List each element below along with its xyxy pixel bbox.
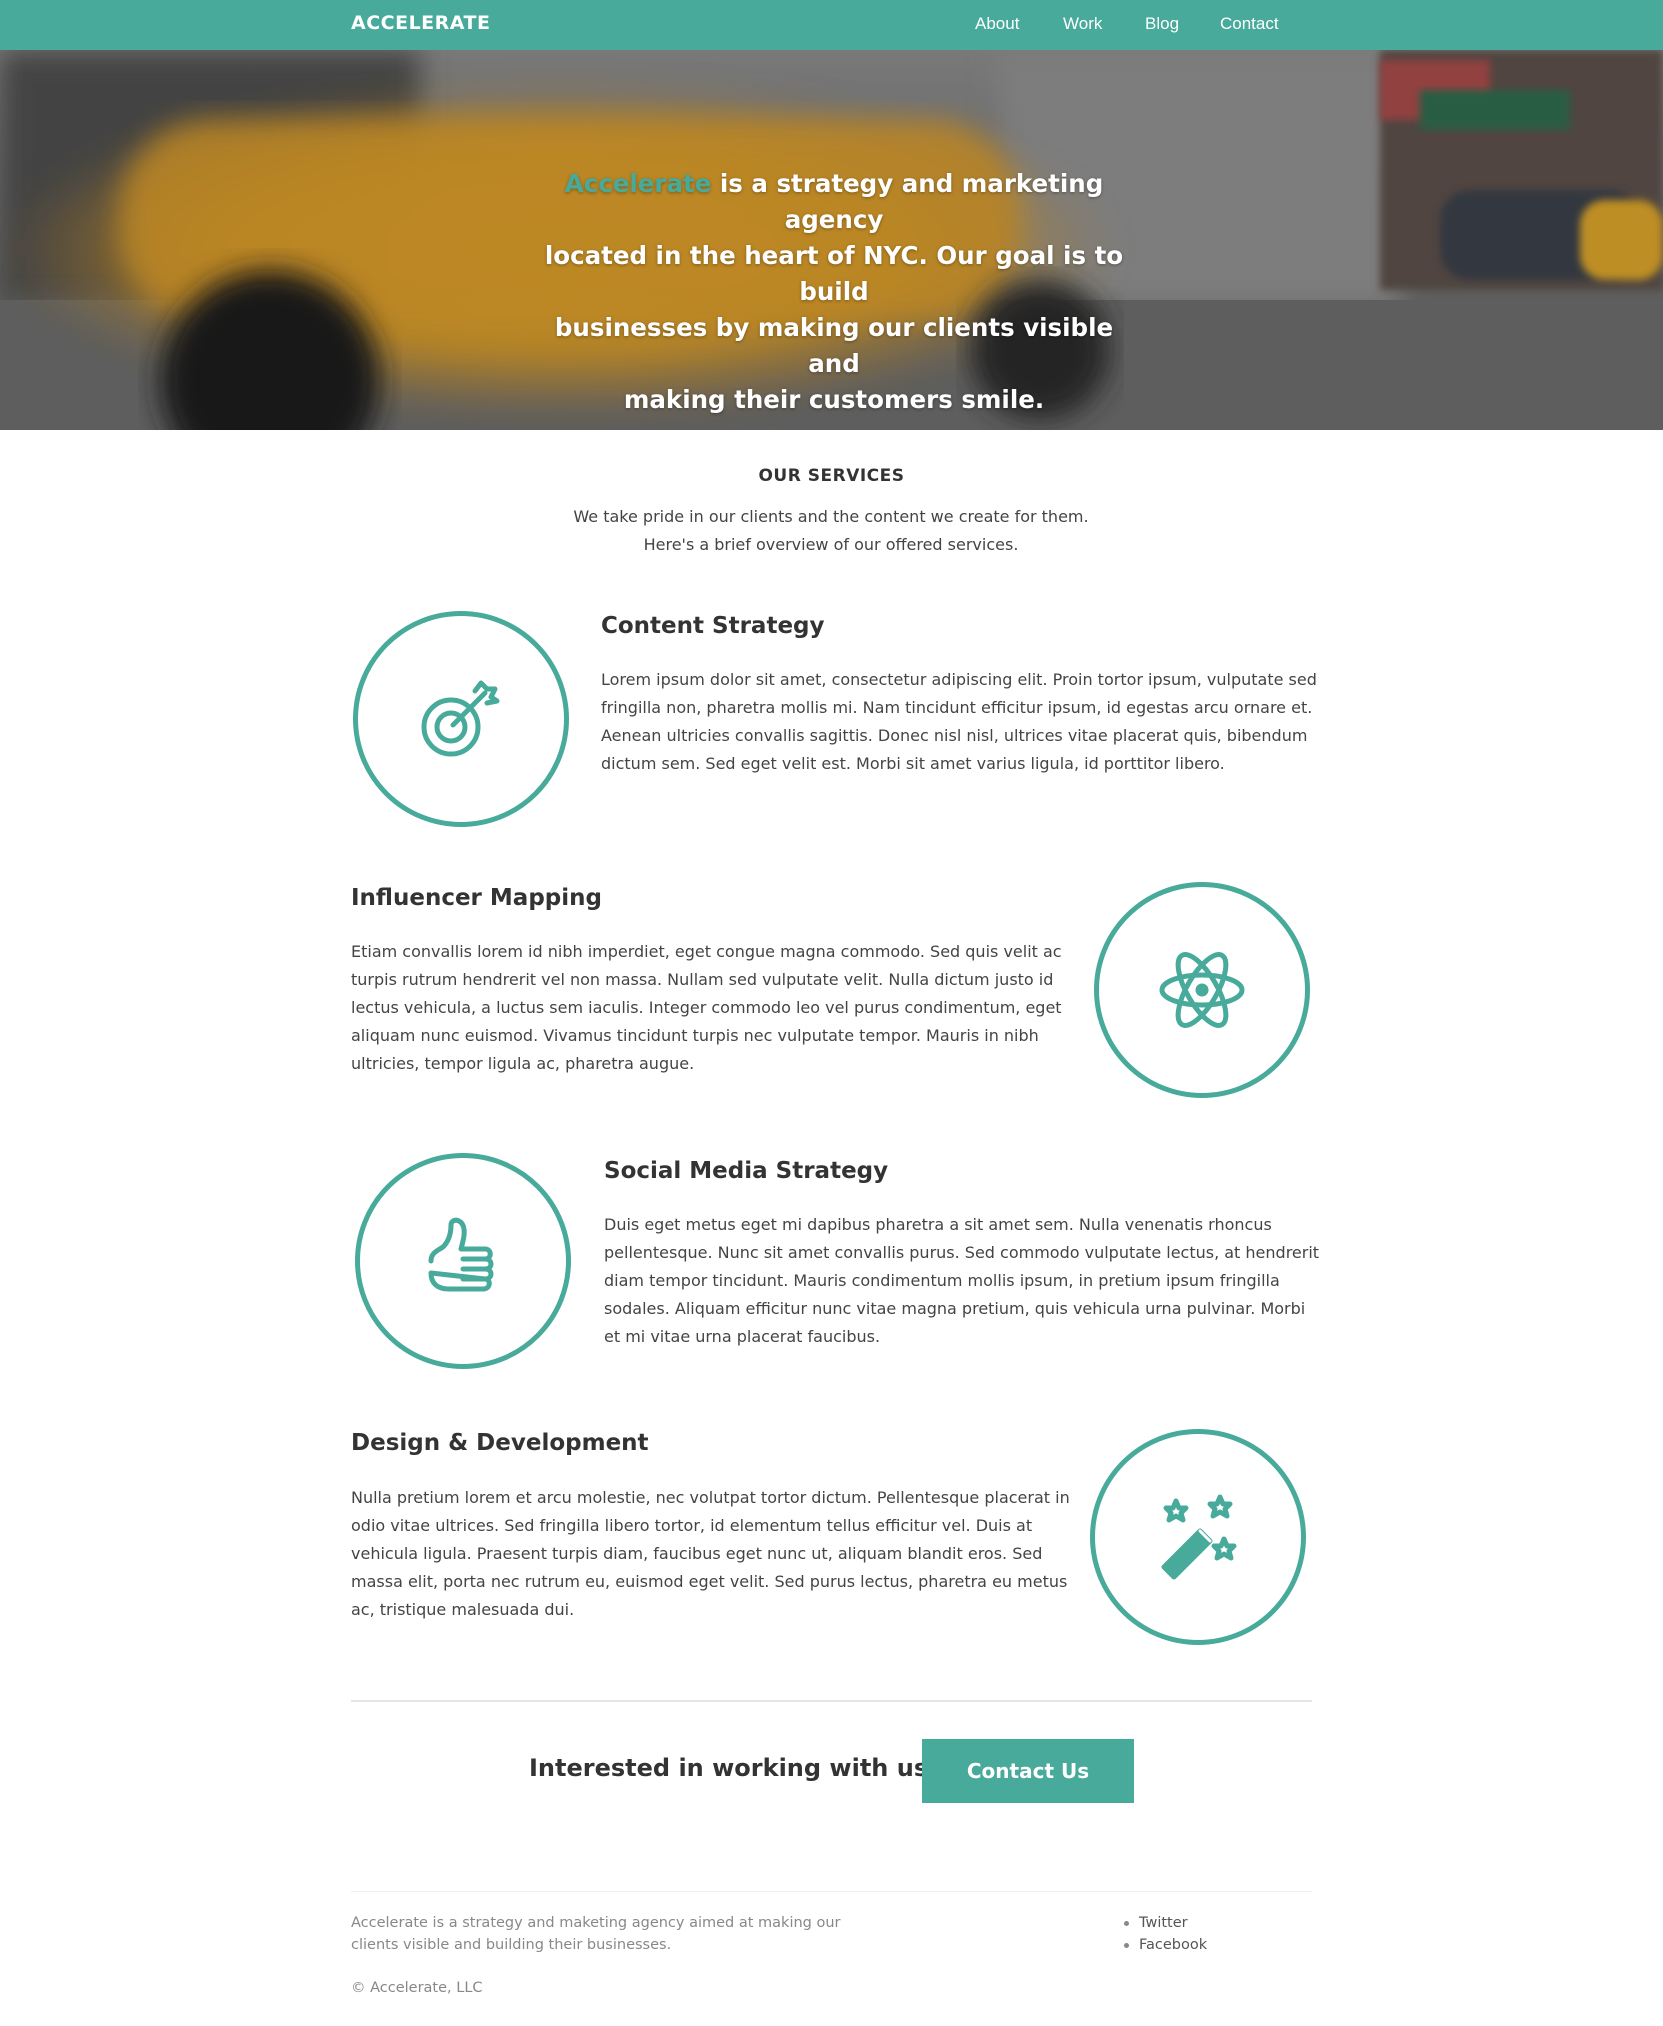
target-icon: [421, 680, 500, 757]
services-intro-line-2: Here's a brief overview of our offered s…: [643, 535, 1019, 554]
contact-us-button[interactable]: Contact Us: [922, 1739, 1134, 1803]
service-title-social-media-strategy: Social Media Strategy: [604, 1158, 889, 1184]
service-title-content-strategy: Content Strategy: [601, 613, 825, 639]
service-body-content-strategy: Lorem ipsum dolor sit amet, consectetur …: [601, 666, 1321, 778]
footer-link-label: Twitter: [1139, 1915, 1188, 1931]
thumbs-up-icon: [428, 1217, 494, 1292]
service-title-design-development: Design & Development: [351, 1430, 649, 1456]
service-body-line: Lorem ipsum dolor sit amet, consectetur …: [601, 670, 1317, 689]
footer-link-facebook[interactable]: Facebook: [1124, 1934, 1207, 1956]
brand-logo[interactable]: ACCELERATE: [351, 12, 490, 34]
service-body-line: aliquam nunc euismod. Vivamus tincidunt …: [351, 1026, 1039, 1045]
service-body-line: turpis rutrum hendrerit vel non massa. N…: [351, 970, 1054, 989]
service-body-influencer-mapping: Etiam convallis lorem id nibh imperdiet,…: [351, 938, 1071, 1078]
service-body-line: sodales. Aliquam efficitur nunc vitae ma…: [604, 1299, 1306, 1318]
service-icon-circle-social-media-strategy: [355, 1153, 571, 1369]
services-intro: We take pride in our clients and the con…: [531, 503, 1131, 559]
hero-line-2: located in the heart of NYC. Our goal is…: [544, 241, 1124, 306]
hero-line-3: businesses by making our clients visible…: [554, 313, 1114, 378]
service-icon-circle-influencer-mapping: [1094, 882, 1310, 1098]
service-body-line: Aenean ultricies convallis sagittis. Don…: [601, 726, 1308, 745]
service-title-influencer-mapping: Influencer Mapping: [351, 885, 602, 911]
nav-link-contact[interactable]: Contact: [1220, 14, 1279, 34]
service-body-line: fringilla non, pharetra mollis mi. Nam t…: [601, 698, 1313, 717]
services-intro-line-1: We take pride in our clients and the con…: [573, 507, 1089, 526]
footer-divider: [351, 1891, 1312, 1892]
footer-link-label: Facebook: [1139, 1937, 1208, 1953]
service-body-design-development: Nulla pretium lorem et arcu molestie, ne…: [351, 1484, 1081, 1624]
nav-link-about[interactable]: About: [975, 14, 1019, 34]
service-body-line: Nulla pretium lorem et arcu molestie, ne…: [351, 1488, 1070, 1507]
service-body-line: diam tempor tincidunt. Mauris condimentu…: [604, 1271, 1280, 1290]
hero-line-4: making their customers smile.: [623, 385, 1045, 414]
nav-link-work[interactable]: Work: [1063, 14, 1102, 34]
footer-about-text: Accelerate is a strategy and maketing ag…: [351, 1912, 871, 1956]
nav-link-blog[interactable]: Blog: [1145, 14, 1179, 34]
hero-tagline: Accelerate is a strategy and marketing a…: [530, 166, 1138, 418]
cta-question: Interested in working with us?: [529, 1754, 943, 1782]
top-nav-bar: ACCELERATE About Work Blog Contact: [0, 0, 1663, 50]
bullet-icon: [1124, 1921, 1129, 1926]
service-icon-circle-design-development: [1090, 1429, 1306, 1645]
service-body-line: ac, tristique malesuada dui.: [351, 1600, 575, 1619]
footer-about-line-2: clients visible and building their busin…: [351, 1937, 672, 1953]
service-body-line: et mi vitae urna placerat faucibus.: [604, 1327, 881, 1346]
service-body-line: odio vitae ultrices. Sed fringilla liber…: [351, 1516, 1033, 1535]
hero-banner: Accelerate is a strategy and marketing a…: [0, 50, 1663, 430]
bullet-icon: [1124, 1943, 1129, 1948]
service-body-line: Etiam convallis lorem id nibh imperdiet,…: [351, 942, 1062, 961]
magic-wand-icon: [1161, 1494, 1237, 1580]
services-heading: OUR SERVICES: [758, 466, 905, 486]
service-body-social-media-strategy: Duis eget metus eget mi dapibus pharetra…: [604, 1211, 1324, 1351]
section-divider: [351, 1700, 1312, 1702]
hero-accent-word: Accelerate: [564, 169, 712, 198]
service-body-line: lectus vehicula, a luctus sem iaculis. I…: [351, 998, 1062, 1017]
service-body-line: pellentesque. Nunc sit amet convallis pu…: [604, 1243, 1320, 1262]
service-body-line: dictum sem. Sed eget velit est. Morbi si…: [601, 754, 1225, 773]
service-body-line: Duis eget metus eget mi dapibus pharetra…: [604, 1215, 1272, 1234]
service-icon-circle-content-strategy: [353, 611, 569, 827]
hero-line-1: is a strategy and marketing agency: [711, 169, 1104, 234]
footer-social-links: Twitter Facebook: [1124, 1912, 1207, 1956]
atom-icon: [1159, 952, 1245, 1028]
footer-copyright: © Accelerate, LLC: [351, 1980, 483, 1996]
footer-about-line-1: Accelerate is a strategy and maketing ag…: [351, 1915, 841, 1931]
service-body-line: ultricies, tempor ligula ac, pharetra au…: [351, 1054, 695, 1073]
service-body-line: vehicula ligula. Praesent turpis diam, f…: [351, 1544, 1043, 1563]
service-body-line: massa elit, porta nec rutrum eu, euismod…: [351, 1572, 1068, 1591]
footer-link-twitter[interactable]: Twitter: [1124, 1912, 1207, 1934]
